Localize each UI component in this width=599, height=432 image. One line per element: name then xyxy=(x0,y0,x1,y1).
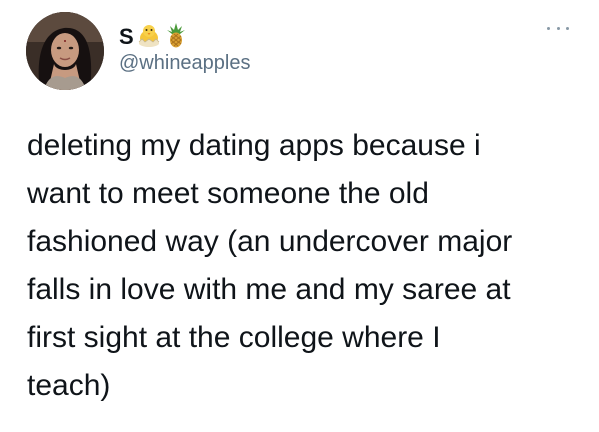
pineapple-emoji-icon xyxy=(164,21,188,54)
tweet-card: S @whineapples deleting my dating apps b… xyxy=(0,0,599,432)
more-dot xyxy=(556,26,560,30)
avatar[interactable] xyxy=(26,12,104,90)
more-horizontal-icon[interactable] xyxy=(547,24,569,32)
baby-chick-emoji-icon xyxy=(135,22,163,53)
author-name-row[interactable]: S xyxy=(119,20,188,54)
tweet-text: deleting my dating apps because i want t… xyxy=(27,129,513,402)
more-dot xyxy=(566,26,569,30)
author-handle[interactable]: @whineapples xyxy=(119,52,251,75)
display-name[interactable]: S xyxy=(119,24,134,50)
more-dot xyxy=(547,26,550,30)
